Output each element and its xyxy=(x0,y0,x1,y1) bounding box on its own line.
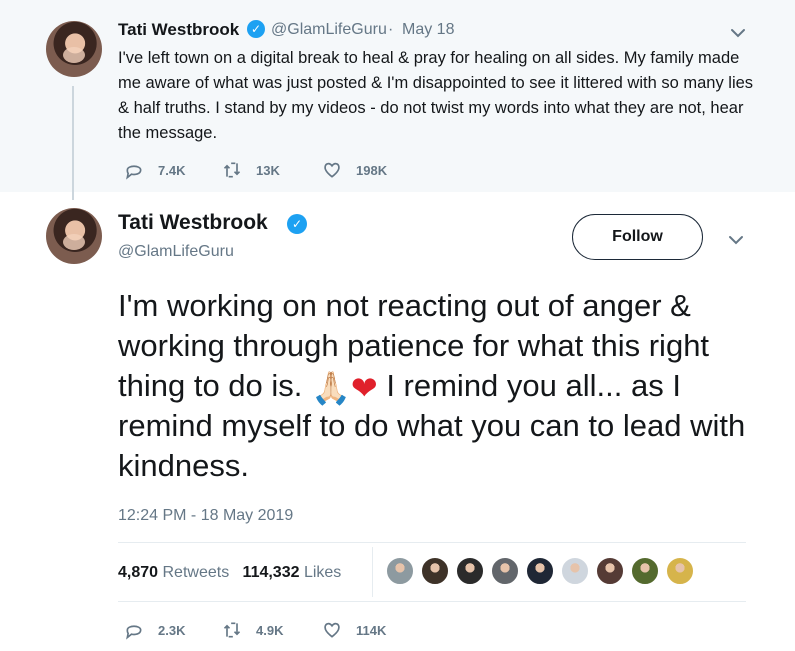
main-reply-button[interactable]: 2.3K xyxy=(124,620,185,640)
liker-avatar-6[interactable] xyxy=(560,556,590,586)
likes-stat[interactable]: 114,332 Likes xyxy=(243,564,342,581)
parent-date-separator: · xyxy=(388,21,394,38)
retweet-icon xyxy=(223,162,241,178)
liker-avatar-4[interactable] xyxy=(490,556,520,586)
main-retweet-count: 4.9K xyxy=(256,622,284,638)
main-retweet-button[interactable]: 4.9K xyxy=(222,620,283,640)
liker-avatar-5[interactable] xyxy=(525,556,555,586)
parent-reply-button[interactable]: 7.4K xyxy=(124,160,185,180)
main-avatar[interactable] xyxy=(46,208,102,264)
likes-count: 114,332 xyxy=(242,564,300,581)
retweets-label: Retweets xyxy=(162,564,230,581)
liker-avatar-3[interactable] xyxy=(455,556,485,586)
main-like-count: 114K xyxy=(356,622,387,638)
parent-retweet-button[interactable]: 13K xyxy=(222,160,280,180)
parent-avatar[interactable] xyxy=(46,21,102,77)
verified-icon: ✓ xyxy=(287,214,307,234)
liker-avatar-2[interactable] xyxy=(420,556,450,586)
retweets-stat[interactable]: 4,870 Retweets xyxy=(118,564,229,581)
tweet-timestamp[interactable]: 12:24 PM - 18 May 2019 xyxy=(118,507,293,525)
verified-icon: ✓ xyxy=(247,20,265,38)
main-reply-count: 2.3K xyxy=(158,622,186,638)
main-handle[interactable]: @GlamLifeGuru xyxy=(118,243,234,261)
stats-separator xyxy=(372,547,373,597)
parent-display-name[interactable]: Tati Westbrook xyxy=(118,20,239,40)
parent-date[interactable]: May 18 xyxy=(402,21,454,39)
parent-handle[interactable]: @GlamLifeGuru xyxy=(271,21,387,39)
tweet-stats: 4,870 Retweets 114,332 Likes xyxy=(118,564,341,582)
main-display-name[interactable]: Tati Westbrook xyxy=(118,211,268,235)
likes-label: Likes xyxy=(303,564,342,581)
chevron-down-icon[interactable] xyxy=(727,231,745,249)
like-icon xyxy=(324,622,340,638)
parent-retweet-count: 13K xyxy=(256,162,280,178)
chevron-down-icon[interactable] xyxy=(729,24,747,42)
parent-like-button[interactable]: 198K xyxy=(322,160,387,180)
red-heart-emoji: ❤ xyxy=(350,370,378,406)
stats-bottom-divider xyxy=(118,601,746,602)
parent-like-count: 198K xyxy=(356,162,388,178)
praying-hands-emoji: 🙏🏻 xyxy=(311,370,351,406)
liker-avatar-9[interactable] xyxy=(665,556,695,586)
reply-icon xyxy=(126,625,142,640)
parent-tweet[interactable]: Tati Westbrook ✓ @GlamLifeGuru · May 18 … xyxy=(0,0,795,200)
main-like-button[interactable]: 114K xyxy=(322,620,386,640)
liker-avatar-1[interactable] xyxy=(385,556,415,586)
reply-icon xyxy=(126,165,142,180)
retweets-count: 4,870 xyxy=(118,564,159,581)
follow-button[interactable]: Follow xyxy=(572,214,703,260)
thread-connector xyxy=(72,86,74,200)
liker-avatar-8[interactable] xyxy=(630,556,660,586)
stats-top-divider xyxy=(118,542,746,543)
parent-reply-count: 7.4K xyxy=(158,162,186,178)
main-tweet-text: I'm working on not reacting out of anger… xyxy=(118,286,758,486)
parent-tweet-text: I've left town on a digital break to hea… xyxy=(118,49,754,142)
retweet-icon xyxy=(223,622,241,638)
like-icon xyxy=(324,162,340,178)
liker-avatar-7[interactable] xyxy=(595,556,625,586)
